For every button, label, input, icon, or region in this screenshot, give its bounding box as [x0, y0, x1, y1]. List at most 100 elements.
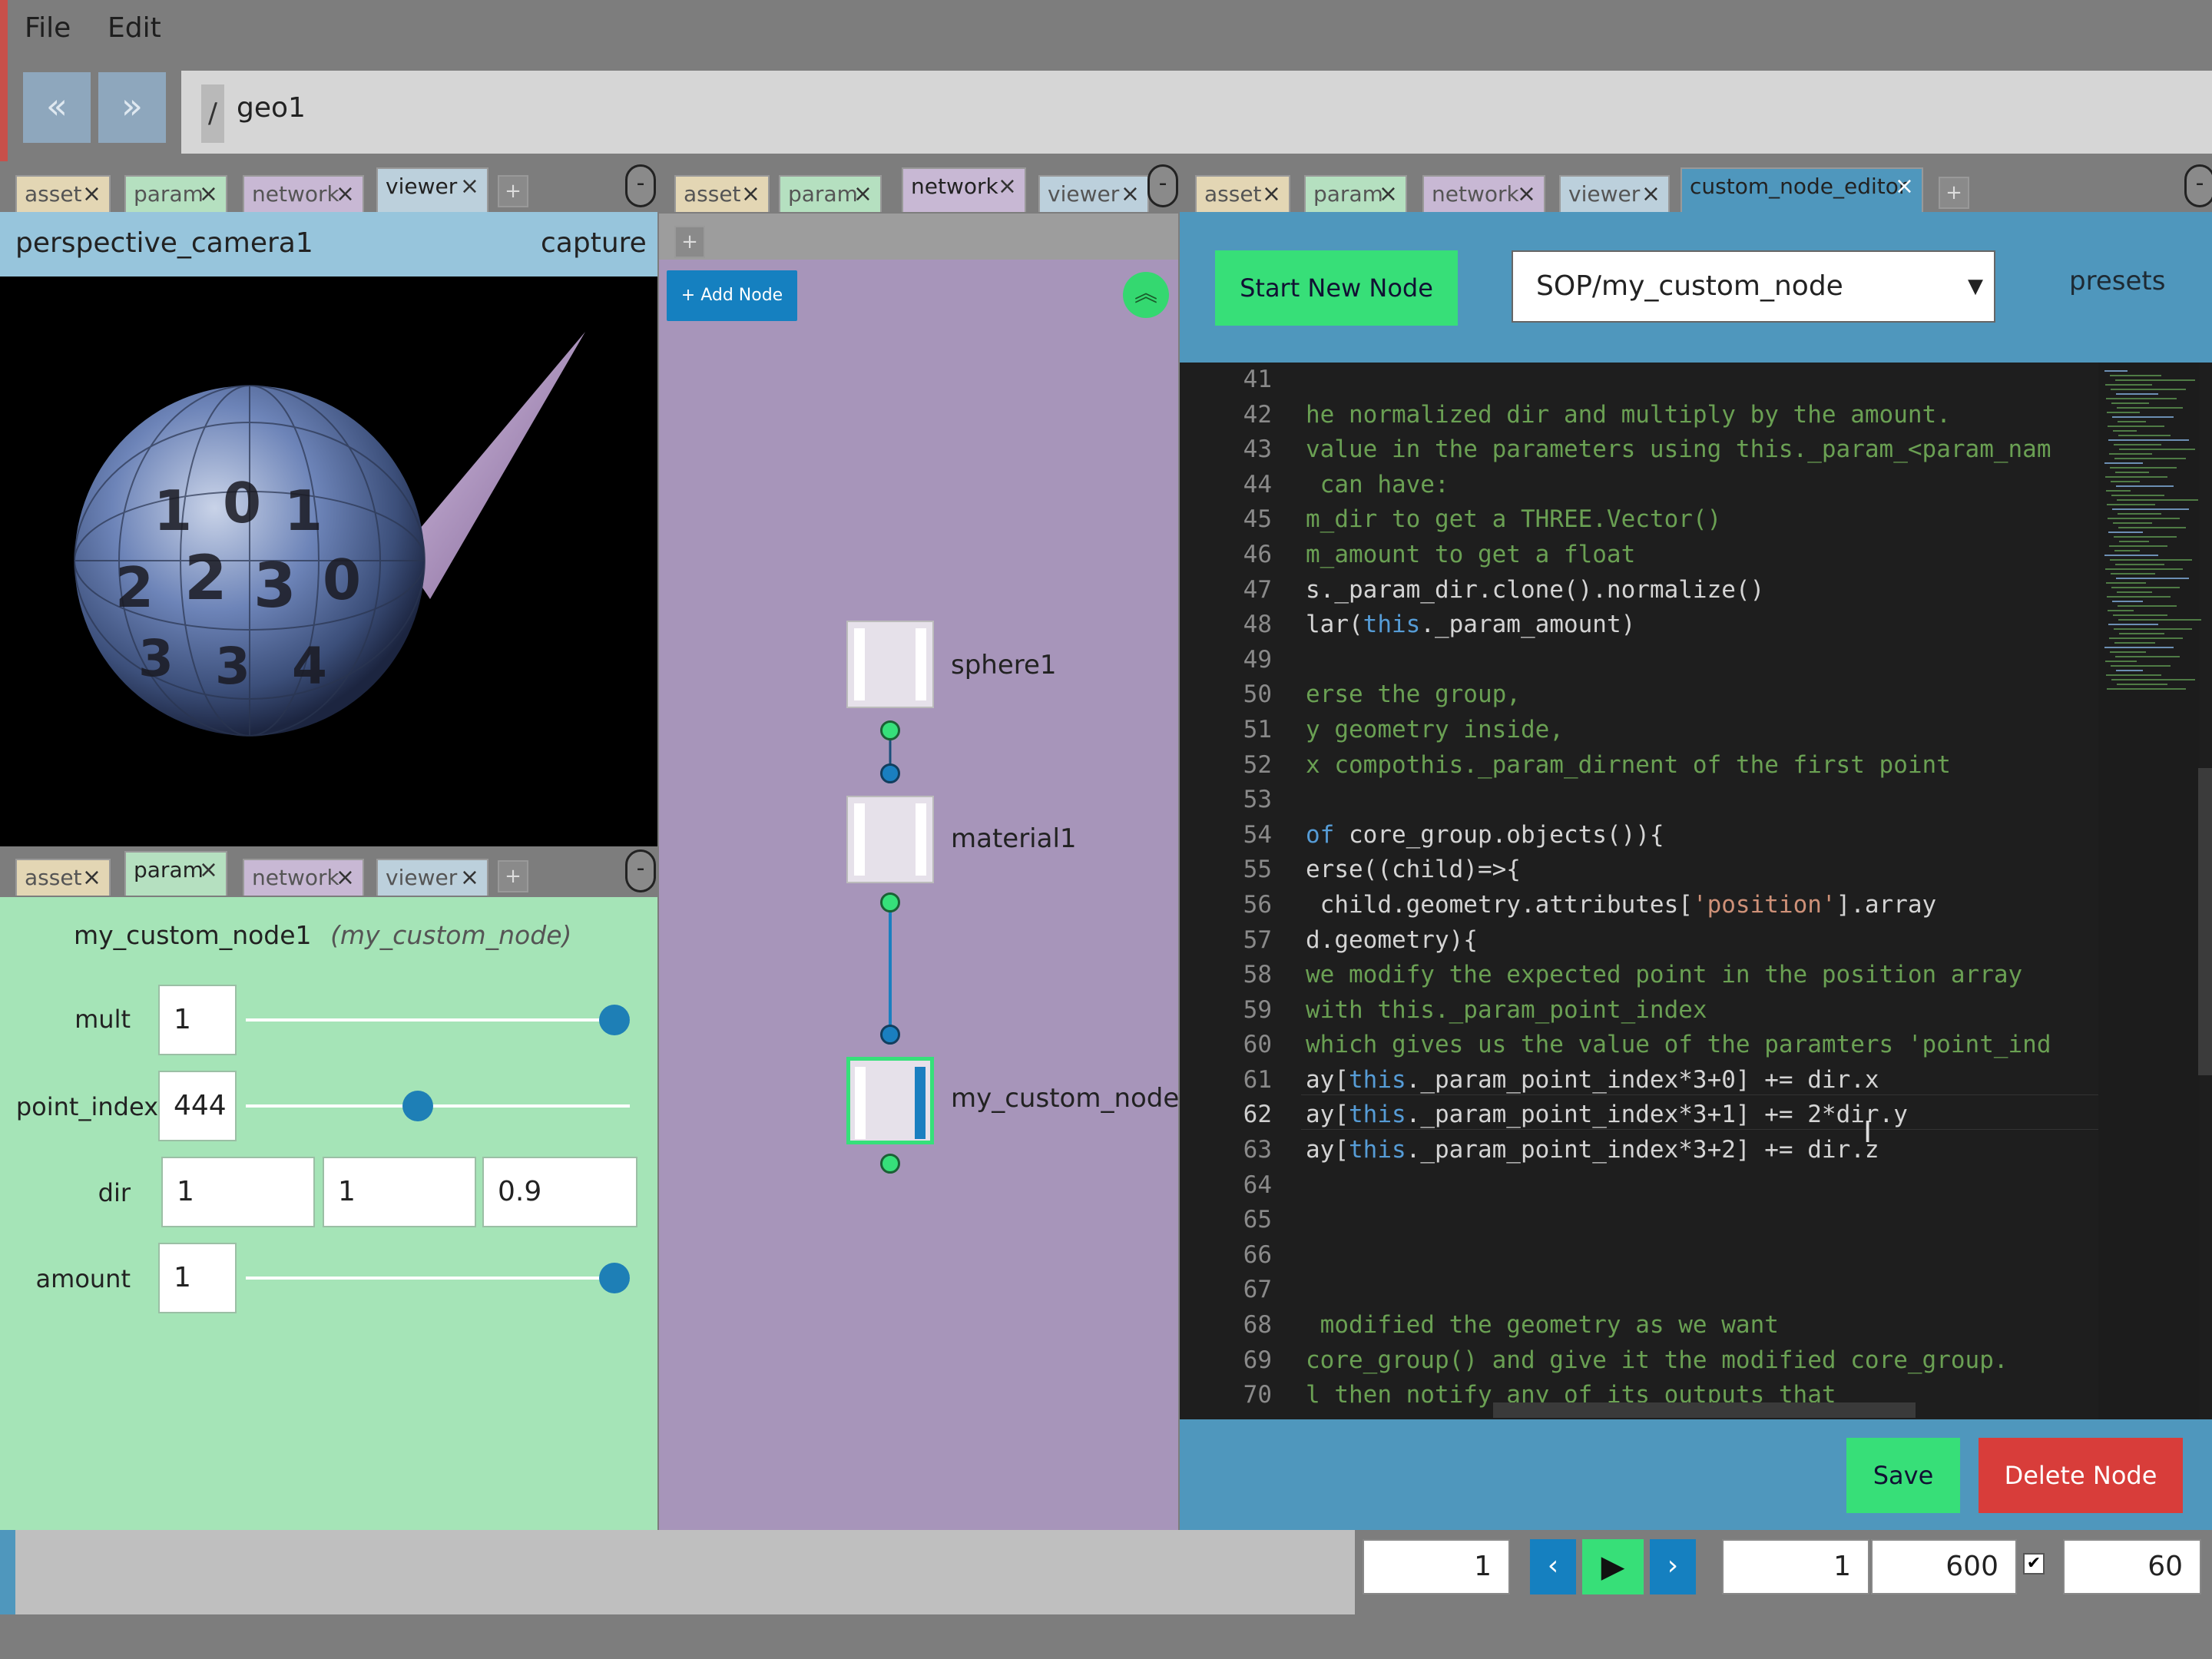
horizontal-scrollbar[interactable]	[1493, 1402, 1916, 1418]
path-text[interactable]: geo1	[237, 92, 306, 124]
close-icon[interactable]: ×	[336, 860, 355, 896]
node-my-custom-node1[interactable]	[846, 1057, 934, 1144]
point-index-input[interactable]: 444	[158, 1071, 237, 1141]
tab-param[interactable]: param ×	[1304, 175, 1407, 212]
tab-network[interactable]: network ×	[902, 167, 1026, 212]
camera-name[interactable]: perspective_camera1	[15, 227, 313, 259]
3d-viewport[interactable]: 1 0 1 2 2 3 0 3 3 4	[0, 276, 657, 846]
close-icon[interactable]: ×	[460, 169, 479, 204]
node-label[interactable]: my_custom_node1	[951, 1083, 1196, 1114]
realtime-checkbox[interactable]: ✔	[2023, 1553, 2045, 1575]
node-input-connector[interactable]	[880, 763, 900, 783]
code-line[interactable]: with this._param_point_index	[1306, 993, 2212, 1028]
code-editor[interactable]: 41 42 43 44 45 46 47 48 49 50 51 52 53 54 55 56 57 58 59 60…	[1180, 363, 2212, 1419]
code-line[interactable]: s._param_dir.clone().normalize()	[1306, 573, 2212, 608]
presets-button[interactable]: presets	[2069, 266, 2165, 296]
minimize-panel-button[interactable]: -	[625, 164, 656, 207]
close-icon[interactable]: ×	[199, 177, 218, 212]
code-line[interactable]: m_dir to get a THREE.Vector()	[1306, 502, 2212, 538]
code-line[interactable]: erse the group,	[1306, 677, 2212, 713]
node-display-flag[interactable]	[916, 803, 926, 876]
close-icon[interactable]: ×	[82, 860, 101, 896]
close-icon[interactable]: ×	[460, 860, 479, 896]
code-line[interactable]	[1306, 1273, 2212, 1308]
node-label[interactable]: sphere1	[951, 650, 1057, 680]
add-tab-button[interactable]: +	[1939, 177, 1969, 209]
node-label[interactable]: material1	[951, 823, 1077, 854]
close-icon[interactable]: ×	[1262, 177, 1281, 212]
dir-y-input[interactable]: 1	[323, 1157, 476, 1227]
tab-asset[interactable]: asset ×	[674, 175, 770, 212]
minimize-panel-button[interactable]: -	[2184, 164, 2212, 207]
node-input-connector[interactable]	[880, 1025, 900, 1045]
close-icon[interactable]: ×	[82, 177, 101, 212]
dir-x-input[interactable]: 1	[161, 1157, 315, 1227]
code-lines[interactable]: he normalized dir and multiply by the am…	[1306, 363, 2212, 1419]
add-tab-button[interactable]: +	[498, 860, 528, 892]
dir-z-input[interactable]: 0.9	[482, 1157, 637, 1227]
mult-input[interactable]: 1	[158, 985, 237, 1055]
code-line[interactable]: erse((child)=>{	[1306, 853, 2212, 888]
tab-asset[interactable]: asset ×	[15, 859, 111, 896]
amount-input[interactable]: 1	[158, 1243, 237, 1313]
minimize-panel-button[interactable]: -	[625, 849, 656, 892]
node-type-select[interactable]: SOP/my_custom_node ▼	[1512, 250, 1995, 323]
code-line[interactable]: which gives us the value of the paramter…	[1306, 1028, 2212, 1063]
save-button[interactable]: Save	[1846, 1438, 1960, 1513]
tab-viewer[interactable]: viewer ×	[1559, 175, 1670, 212]
start-new-node-button[interactable]: Start New Node	[1215, 250, 1458, 326]
amount-slider-handle[interactable]	[599, 1263, 630, 1293]
code-line[interactable]: x compothis._param_dirnent of the first …	[1306, 748, 2212, 783]
add-tab-button[interactable]: +	[674, 226, 705, 258]
node-bypass-flag[interactable]	[854, 628, 865, 700]
node-display-flag[interactable]	[916, 628, 926, 700]
code-line[interactable]: we modify the expected point in the posi…	[1306, 958, 2212, 993]
close-icon[interactable]: ×	[1895, 169, 1914, 204]
fps-input[interactable]: 60	[2063, 1539, 2201, 1594]
minimize-panel-button[interactable]: -	[1147, 164, 1178, 207]
code-line[interactable]: value in the parameters using this._para…	[1306, 432, 2212, 468]
tab-param[interactable]: param ×	[124, 851, 227, 896]
path-root-button[interactable]: /	[201, 84, 224, 143]
code-line[interactable]	[1306, 1203, 2212, 1238]
code-line[interactable]: he normalized dir and multiply by the am…	[1306, 398, 2212, 433]
code-line[interactable]: core_group() and give it the modified co…	[1306, 1343, 2212, 1379]
tab-param[interactable]: param ×	[124, 175, 227, 212]
forward-button[interactable]: »	[98, 72, 166, 143]
tab-network[interactable]: network ×	[243, 175, 364, 212]
code-line[interactable]: ay[this._param_point_index*3+0] += dir.x	[1306, 1063, 2212, 1098]
node-sphere1[interactable]	[846, 621, 934, 708]
close-icon[interactable]: ×	[1641, 177, 1661, 212]
tab-param[interactable]: param ×	[779, 175, 882, 212]
close-icon[interactable]: ×	[336, 177, 355, 212]
menu-edit[interactable]: Edit	[108, 12, 161, 44]
node-material1[interactable]	[846, 796, 934, 883]
current-frame-input[interactable]: 1	[1363, 1539, 1510, 1594]
node-display-flag[interactable]	[915, 1067, 926, 1139]
node-bypass-flag[interactable]	[854, 803, 865, 876]
tab-custom-node-editor[interactable]: custom_node_editor ×	[1681, 167, 1923, 212]
amount-slider-track[interactable]	[246, 1277, 630, 1280]
code-line[interactable]	[1306, 1238, 2212, 1273]
code-line[interactable]: y geometry inside,	[1306, 713, 2212, 748]
path-bar[interactable]	[181, 71, 2212, 154]
back-button[interactable]: «	[23, 72, 91, 143]
capture-button[interactable]: capture	[541, 227, 647, 259]
tab-viewer[interactable]: viewer ×	[1038, 175, 1149, 212]
code-line[interactable]: child.geometry.attributes['position'].ar…	[1306, 888, 2212, 923]
code-line[interactable]: modified the geometry as we want	[1306, 1308, 2212, 1343]
close-icon[interactable]: ×	[1517, 177, 1536, 212]
close-icon[interactable]: ×	[1379, 177, 1398, 212]
code-line[interactable]: can have:	[1306, 468, 2212, 503]
close-icon[interactable]: ×	[998, 169, 1017, 204]
mult-slider-track[interactable]	[246, 1018, 630, 1022]
point-index-slider-track[interactable]	[246, 1104, 630, 1108]
start-frame-input[interactable]: 1	[1722, 1539, 1869, 1594]
next-frame-button[interactable]: ›	[1650, 1539, 1696, 1594]
tab-asset[interactable]: asset ×	[1195, 175, 1290, 212]
close-icon[interactable]: ×	[1121, 177, 1140, 212]
code-line[interactable]	[1306, 783, 2212, 818]
node-output-connector[interactable]	[880, 1154, 900, 1174]
tab-viewer[interactable]: viewer ×	[376, 859, 488, 896]
code-line[interactable]	[1306, 643, 2212, 678]
